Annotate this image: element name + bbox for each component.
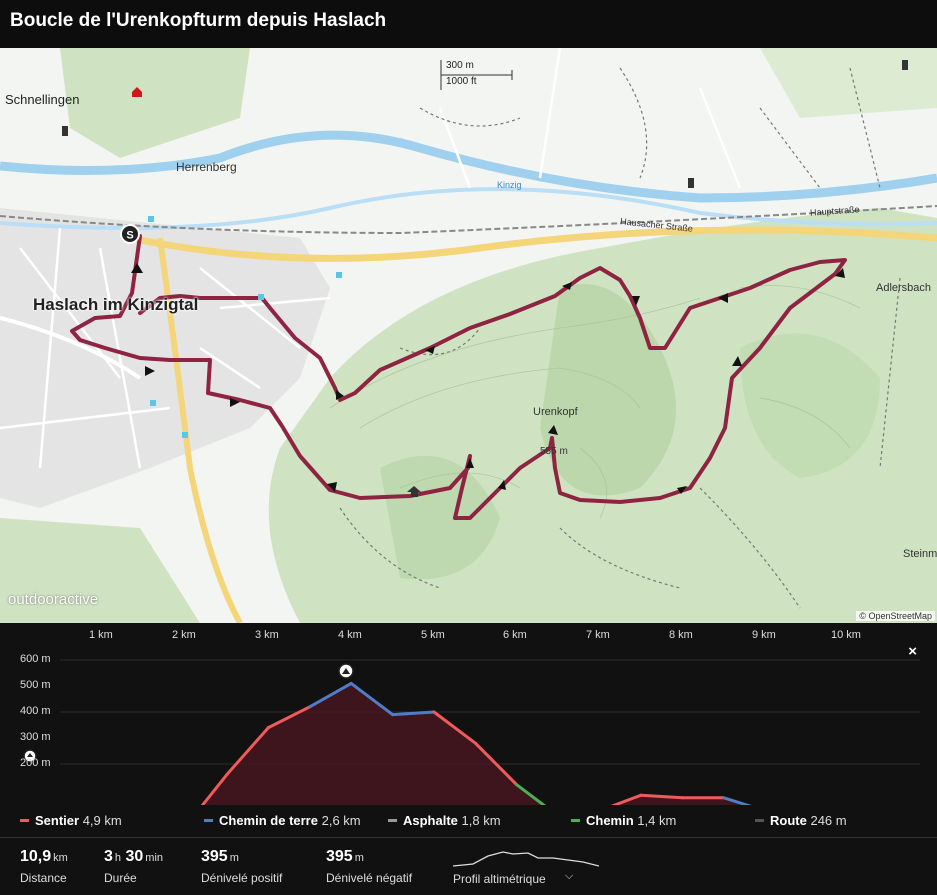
- map-canvas[interactable]: S: [0, 48, 937, 623]
- label-adlersbach: Adlersbach: [876, 282, 932, 294]
- legend-item-asphalte: Asphalte 1,8 km: [388, 813, 501, 828]
- legend-swatch: [204, 819, 213, 823]
- legend-swatch: [388, 819, 397, 823]
- scale-metric: 300 m: [446, 60, 474, 71]
- mini-profile-icon: [453, 851, 599, 867]
- surface-legend: Sentier 4,9 km Chemin de terre 2,6 km As…: [0, 805, 937, 835]
- label-haslach: Haslach im Kinzigtal: [33, 295, 199, 314]
- chevron-down-icon: ⌵: [565, 870, 574, 882]
- legend-swatch: [20, 819, 29, 823]
- svg-text:S: S: [126, 230, 133, 242]
- legend-swatch: [571, 819, 580, 823]
- close-profile-button[interactable]: ×: [908, 643, 917, 660]
- altitude-tick: 400 m: [20, 705, 51, 717]
- km-tick: 1 km: [89, 629, 113, 641]
- map-scale: 300 m 1000 ft: [440, 60, 514, 90]
- label-kinzig: Kinzig: [497, 180, 522, 190]
- label-herrenberg: Herrenberg: [176, 160, 237, 174]
- legend-item-chemin: Chemin 1,4 km: [571, 813, 676, 828]
- scale-imperial: 1000 ft: [446, 76, 477, 87]
- label-steinma: Steinma: [903, 548, 937, 560]
- elevation-profile[interactable]: 1 km 2 km 3 km 4 km 5 km 6 km 7 km 8 km …: [0, 623, 937, 813]
- label-schnellingen: Schnellingen: [5, 92, 80, 107]
- page-title: Boucle de l'Urenkopfturm depuis Haslach: [10, 10, 387, 31]
- elevation-area: [200, 683, 757, 808]
- tour-stats: 10,9 km Distance 3h 30 min Durée 395 m Déni…: [0, 837, 937, 895]
- km-tick: 9 km: [752, 629, 776, 641]
- km-tick: 4 km: [338, 629, 362, 641]
- km-tick: 10 km: [831, 629, 861, 641]
- forest-area: [760, 48, 937, 118]
- altitude-tick: 600 m: [20, 653, 51, 665]
- km-tick: 2 km: [172, 629, 196, 641]
- header-bar: Boucle de l'Urenkopfturm depuis Haslach: [0, 0, 937, 48]
- osm-attribution-link[interactable]: © OpenStreetMap: [856, 611, 935, 621]
- stat-descent: 395 m Dénivelé négatif: [326, 848, 413, 885]
- stat-distance: 10,9 km Distance: [20, 848, 68, 885]
- km-tick: 8 km: [669, 629, 693, 641]
- profile-summit-marker: [338, 663, 354, 679]
- label-urenkopf: Urenkopf: [533, 406, 578, 418]
- km-tick: 7 km: [586, 629, 610, 641]
- outdooractive-watermark: outdooractive: [8, 591, 99, 608]
- altitude-tick: 300 m: [20, 731, 51, 743]
- map-view[interactable]: S Schnellingen Herrenberg Haslach im Kin…: [0, 48, 937, 623]
- forest-area: [60, 48, 250, 158]
- stat-ascent: 395 m Dénivelé positif: [201, 848, 283, 885]
- start-marker: S: [120, 224, 140, 244]
- km-tick: 3 km: [255, 629, 279, 641]
- legend-item-chemin-de-terre: Chemin de terre 2,6 km: [204, 813, 361, 828]
- profile-fill: [200, 683, 757, 808]
- km-tick: 6 km: [503, 629, 527, 641]
- elevation-profile-toggle[interactable]: Profil altimétrique ⌵: [453, 848, 603, 890]
- elevation-chart[interactable]: [0, 623, 937, 808]
- altitude-tick: 500 m: [20, 679, 51, 691]
- legend-item-sentier: Sentier 4,9 km: [20, 813, 122, 828]
- label-summit-elevation: 555 m: [540, 446, 568, 457]
- legend-item-route: Route 246 m: [755, 813, 847, 828]
- stat-duration: 3h 30 min Durée: [104, 848, 164, 885]
- altitude-tick: 200 m: [20, 757, 51, 769]
- km-tick: 5 km: [421, 629, 445, 641]
- legend-swatch: [755, 819, 764, 823]
